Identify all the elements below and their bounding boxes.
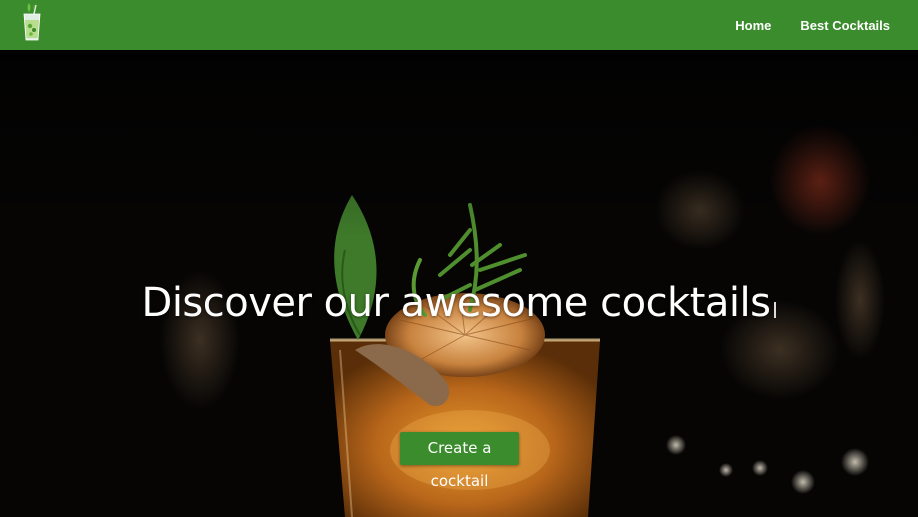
nav-links: Home Best Cocktails bbox=[735, 0, 890, 50]
top-navbar: Home Best Cocktails bbox=[0, 0, 918, 50]
nav-link-best-cocktails[interactable]: Best Cocktails bbox=[800, 18, 890, 33]
hero-title: Discover our awesome cocktails bbox=[0, 280, 918, 326]
cocktail-glass-icon[interactable] bbox=[20, 2, 44, 42]
nav-link-home[interactable]: Home bbox=[735, 18, 771, 33]
create-cocktail-button[interactable]: Create a cocktail bbox=[400, 432, 519, 490]
hero-title-text: Discover our awesome cocktails bbox=[141, 280, 771, 326]
text-cursor bbox=[774, 302, 777, 318]
hero-section: Discover our awesome cocktails Create a … bbox=[0, 50, 918, 517]
